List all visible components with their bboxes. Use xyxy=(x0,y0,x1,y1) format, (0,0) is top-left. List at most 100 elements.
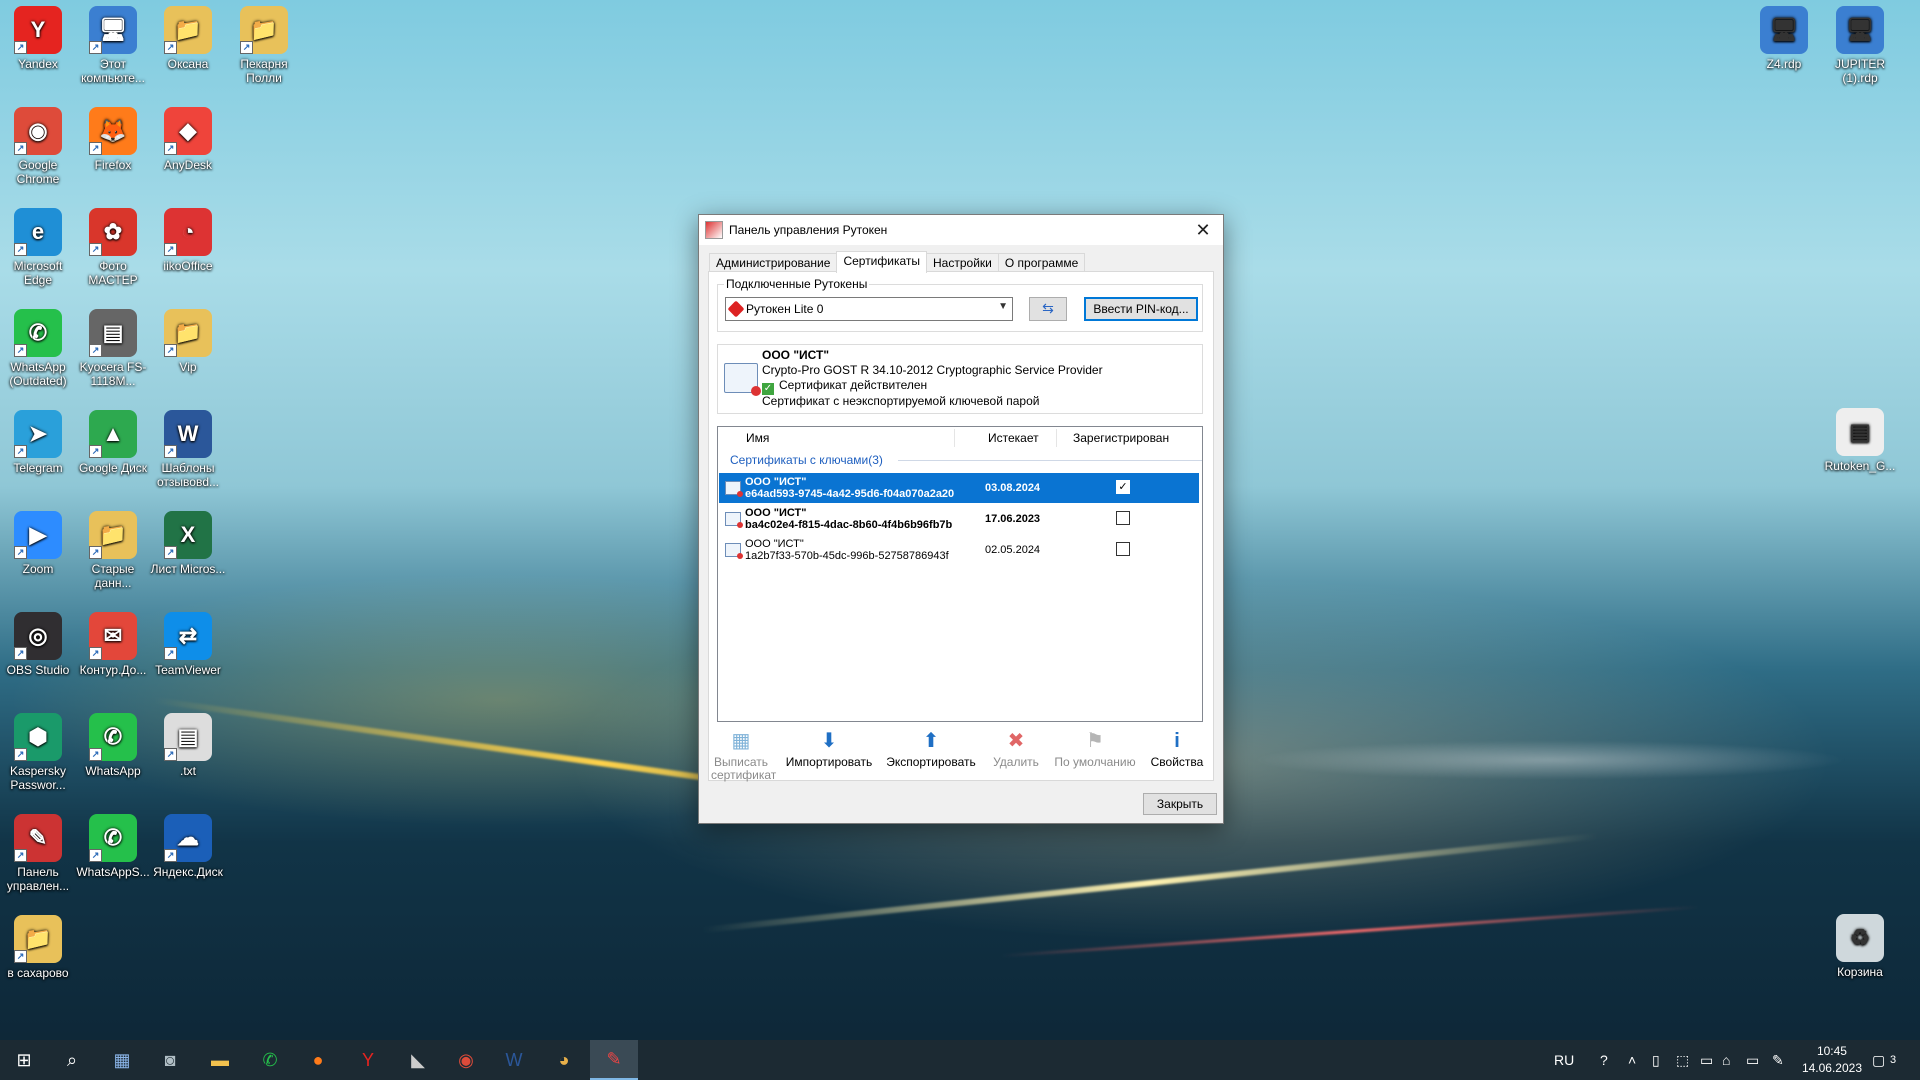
desktop-icon[interactable]: e ↗ Microsoft Edge xyxy=(0,204,76,287)
word-icon[interactable]: W xyxy=(490,1040,538,1080)
desktop-icon[interactable]: ✎ ↗ Панель управлен... xyxy=(0,810,76,893)
rutoken-window: Панель управления Рутокен ✕ Администриро… xyxy=(698,214,1224,824)
tab-administration[interactable]: Администрирование xyxy=(709,253,838,272)
screenshot-icon[interactable]: ⬚ xyxy=(1676,1040,1689,1080)
column-divider[interactable] xyxy=(1056,429,1057,447)
desktop-icon[interactable]: 🖥 JUPITER (1).rdp xyxy=(1822,2,1898,85)
issue-certificate-button[interactable]: ▦ Выписать сертификат xyxy=(711,730,776,782)
usb-icon[interactable]: ▯ xyxy=(1652,1040,1660,1080)
desktop-icon[interactable]: ✉ ↗ Контур.До... xyxy=(75,608,151,677)
yandex-icon[interactable]: Y xyxy=(344,1040,392,1080)
export-button[interactable]: ⬆ Экспортировать xyxy=(885,730,977,769)
desktop-icon[interactable]: Y ↗ Yandex xyxy=(0,2,76,71)
desktop-icon[interactable]: 📁 ↗ Пекарня Полли xyxy=(226,2,302,85)
desktop-icon[interactable]: ▲ ↗ Google Диск xyxy=(75,406,151,475)
issue-certificate-label: Выписать сертификат xyxy=(711,755,777,782)
column-header-registered[interactable]: Зарегистрирован xyxy=(1073,427,1169,449)
display-icon[interactable]: ▭ xyxy=(1700,1040,1713,1080)
chevron-up-icon[interactable]: ˄ xyxy=(1628,1040,1636,1080)
import-button[interactable]: ⬇ Импортировать xyxy=(785,730,873,769)
desktop-icon-label: Контур.До... xyxy=(79,663,147,677)
1c-icon[interactable]: ◕ xyxy=(540,1040,588,1080)
desktop-icon[interactable]: 🦊 ↗ Firefox xyxy=(75,103,151,172)
desktop-icon[interactable]: ✆ ↗ WhatsAppS... xyxy=(75,810,151,879)
rutoken-panel-taskbar-icon[interactable]: ✎ xyxy=(590,1040,638,1080)
clock[interactable]: 10:45 14.06.2023 xyxy=(1802,1043,1862,1077)
enter-pin-button[interactable]: Ввести PIN-код... xyxy=(1084,297,1198,321)
refresh-button[interactable]: ⇆ xyxy=(1029,297,1067,321)
desktop-icon[interactable]: ▤ ↗ .txt xyxy=(150,709,226,778)
shortcut-arrow-icon: ↗ xyxy=(89,243,102,256)
desktop-icon[interactable]: ◉ ↗ Google Chrome xyxy=(0,103,76,186)
properties-button[interactable]: i Свойства xyxy=(1149,730,1205,769)
cert-valid-line: ✓ Сертификат действителен xyxy=(762,378,927,395)
chrome-icon[interactable]: ◉ xyxy=(442,1040,490,1080)
registered-checkbox[interactable] xyxy=(1116,542,1130,556)
shortcut-arrow-icon: ↗ xyxy=(164,849,177,862)
desktop-icon[interactable]: ⬢ ↗ Kaspersky Passwor... xyxy=(0,709,76,792)
title-bar[interactable]: Панель управления Рутокен ✕ xyxy=(699,215,1223,245)
desktop-icon[interactable]: ♻ Корзина xyxy=(1822,910,1898,979)
desktop-icon[interactable]: ☁ ↗ Яндекс.Диск xyxy=(150,810,226,879)
desktop-icon[interactable]: 📁 ↗ Оксана xyxy=(150,2,226,71)
arrow-down-icon: ⬇ xyxy=(820,730,838,752)
delete-button[interactable]: ✖ Удалить xyxy=(991,730,1041,769)
desktop-icon[interactable]: 📁 ↗ в сахарово xyxy=(0,911,76,980)
desktop-icon[interactable]: W ↗ Шаблоны отзывовd... xyxy=(150,406,226,489)
desktop-icon-label: Zoom xyxy=(22,562,54,576)
pen-icon[interactable]: ✎ xyxy=(1772,1040,1784,1080)
tab-certificates[interactable]: Сертификаты xyxy=(836,251,928,273)
desktop-icon[interactable]: ▤ ↗ Kyocera FS-1118M... xyxy=(75,305,151,388)
camera-icon[interactable]: ◙ xyxy=(146,1040,194,1080)
close-button[interactable]: Закрыть xyxy=(1143,793,1217,815)
table-row[interactable]: ООО "ИСТ" ba4c02e4-f815-4dac-8b60-4f4b6b… xyxy=(719,504,1199,534)
column-header-expires[interactable]: Истекает xyxy=(988,427,1039,449)
set-default-button[interactable]: ⚑ По умолчанию xyxy=(1053,730,1137,769)
notifications-icon[interactable]: ▢ xyxy=(1872,1040,1885,1080)
remote-desktop-icon[interactable]: ◣ xyxy=(394,1040,442,1080)
calculator-icon[interactable]: ▦ xyxy=(98,1040,146,1080)
column-header-name[interactable]: Имя xyxy=(746,427,769,449)
table-row[interactable]: ООО "ИСТ" 1a2b7f33-570b-45dc-996b-527587… xyxy=(719,535,1199,565)
token-select[interactable]: Рутокен Lite 0 ▼ xyxy=(725,297,1013,321)
tab-settings[interactable]: Настройки xyxy=(926,253,999,272)
chevron-down-icon[interactable]: ▼ xyxy=(998,301,1008,312)
registered-checkbox[interactable] xyxy=(1116,511,1130,525)
shortcut-arrow-icon: ↗ xyxy=(89,546,102,559)
desktop-icon[interactable]: 📁 ↗ Старые данн... xyxy=(75,507,151,590)
desktop-icon[interactable]: 📁 ↗ Vip xyxy=(150,305,226,374)
desktop-icon[interactable]: ✆ ↗ WhatsApp xyxy=(75,709,151,778)
desktop-icon-label: в сахарово xyxy=(7,966,69,980)
search-icon[interactable]: ⌕ xyxy=(48,1040,96,1080)
desktop-icon[interactable]: ◆ ↗ AnyDesk xyxy=(150,103,226,172)
whatsapp-icon[interactable]: ✆ xyxy=(246,1040,294,1080)
registered-checkbox[interactable]: ✓ xyxy=(1116,480,1130,494)
table-row[interactable]: ООО "ИСТ" e64ad593-9745-4a42-95d6-f04a07… xyxy=(719,473,1199,503)
desktop-icon[interactable]: ✿ ↗ Фото МАСТЕР xyxy=(75,204,151,287)
properties-label: Свойства xyxy=(1150,755,1204,769)
desktop-icon[interactable]: ➤ ↗ Telegram xyxy=(0,406,76,475)
help-icon[interactable]: ? xyxy=(1600,1040,1608,1080)
delete-icon: ✖ xyxy=(1007,730,1025,752)
firefox-icon[interactable]: ● xyxy=(294,1040,342,1080)
language-indicator[interactable]: RU xyxy=(1554,1040,1574,1080)
desktop-icon[interactable]: X ↗ Лист Micros... xyxy=(150,507,226,576)
column-divider[interactable] xyxy=(954,429,955,447)
desktop-icon[interactable]: ⇄ ↗ TeamViewer xyxy=(150,608,226,677)
tab-about[interactable]: О программе xyxy=(997,253,1086,272)
desktop-icon[interactable]: ▶ ↗ Zoom xyxy=(0,507,76,576)
battery-icon[interactable]: ▭ xyxy=(1746,1040,1759,1080)
shortcut-arrow-icon: ↗ xyxy=(164,546,177,559)
desktop-icon[interactable]: ✆ ↗ WhatsApp (Outdated) xyxy=(0,305,76,388)
network-icon[interactable]: ⌂ xyxy=(1722,1040,1730,1080)
start-button[interactable]: ⊞ xyxy=(0,1040,48,1080)
close-icon[interactable]: ✕ xyxy=(1183,215,1223,245)
desktop-icon[interactable]: ▤ Rutoken_G... xyxy=(1822,404,1898,473)
desktop-icon[interactable]: 🖥 ↗ Этот компьюте... xyxy=(75,2,151,85)
file-explorer-icon[interactable]: ▬ xyxy=(196,1040,244,1080)
clock-date: 14.06.2023 xyxy=(1801,1061,1862,1075)
desktop-icon[interactable]: 🖥 Z4.rdp xyxy=(1746,2,1822,71)
desktop-icon[interactable]: ◔ ↗ iikoOffice xyxy=(150,204,226,273)
desktop-icon[interactable]: ◎ ↗ OBS Studio xyxy=(0,608,76,677)
group-header-certs-with-keys[interactable]: Сертификаты с ключами(3) xyxy=(730,453,1202,467)
